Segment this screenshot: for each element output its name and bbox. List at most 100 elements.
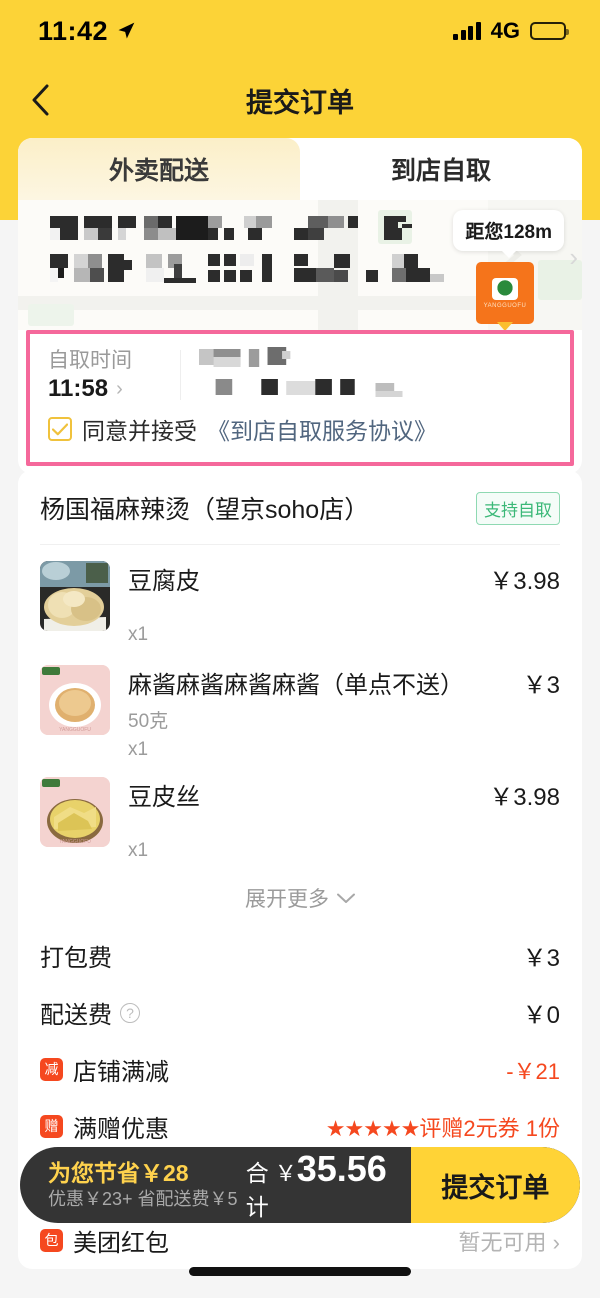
pickup-time-left: 自取时间 11:58 › (48, 347, 178, 403)
agreement-link[interactable]: 《到店自取服务协议》 (207, 412, 437, 446)
item-price: ￥3 (522, 672, 560, 699)
submit-order-button[interactable]: 提交订单 (410, 1147, 580, 1223)
store-pickup-badge: 支持自取 (476, 491, 560, 525)
status-time: 11:42 (38, 15, 109, 46)
pickup-time-value: 11:58 (48, 375, 109, 403)
fee-value: ￥0 (522, 1002, 560, 1029)
fee-row-delivery: 配送费 ? ￥0 (18, 984, 582, 1041)
order-item: 豆腐皮 ￥3.98 x1 (18, 545, 582, 649)
fee-label: 打包费 (40, 945, 112, 972)
status-bar-right: 4G (453, 18, 569, 44)
rating-stars-icon: ★★★★★ (325, 1115, 421, 1141)
fee-label-group: 配送费 ? (40, 995, 140, 1030)
fee-row-packaging: 打包费 ￥3 (18, 927, 582, 984)
address-redacted-mosaic (50, 216, 444, 283)
navigation-bar: 提交订单 (0, 62, 600, 138)
pickup-divider (180, 350, 181, 400)
status-bar-left: 11:42 (38, 16, 136, 47)
item-spec: 50克 (128, 711, 169, 732)
order-item: YANGGUOFU 麻酱麻酱麻酱麻酱（单点不送） ￥3 50克 x1 (18, 649, 582, 761)
promo-row-shop-discount[interactable]: 减 店铺满减 -￥21 (18, 1041, 582, 1098)
promo-name: 店铺满减 (73, 1059, 169, 1086)
map-expand-chevron-icon[interactable]: › (569, 242, 578, 273)
status-bar: 11:42 4G (0, 0, 600, 62)
store-map-panel[interactable]: 距您128m YANGGUOFU › (18, 200, 582, 330)
signal-bars-icon (453, 22, 481, 40)
item-quantity: x1 (128, 624, 149, 645)
promo-value-group: ★★★★★评赠2元券 1份 (326, 1111, 560, 1143)
pickup-time-value-line[interactable]: 11:58 › (48, 375, 178, 403)
store-marker-brand: YANGGUOFU (483, 302, 527, 309)
home-indicator (189, 1267, 411, 1276)
item-thumbnail: YANGGUOFU (40, 777, 110, 847)
pickup-time-row[interactable]: 自取时间 11:58 › (30, 334, 570, 412)
help-question-icon[interactable]: ? (120, 1002, 140, 1023)
promo-badge-icon: 包 (40, 1229, 63, 1252)
item-details: 豆皮丝 ￥3.98 x1 (110, 777, 560, 865)
pickup-agreement-row[interactable]: 同意并接受 《到店自取服务协议》 (30, 412, 570, 462)
promo-value: 暂无可用 › (458, 1229, 560, 1255)
order-item: YANGGUOFU 豆皮丝 ￥3.98 x1 (18, 761, 582, 865)
item-name: 豆皮丝 (128, 784, 200, 811)
agreement-checkbox[interactable] (48, 417, 72, 441)
promo-value: -￥21 (506, 1058, 560, 1084)
total-currency-symbol: ￥ (274, 1161, 297, 1186)
item-image-tofu-strips: YANGGUOFU (40, 777, 110, 847)
store-logo-icon (492, 277, 518, 300)
checkout-bottom-bar: 为您节省￥28 优惠￥23+ 省配送费￥5 合计 ￥ 35.56 提交订单 (20, 1147, 580, 1223)
order-confirm-screen: 11:42 4G 提交订单 外卖配送 到店自取 距您128m YANGGUOFU… (0, 0, 600, 1298)
svg-text:YANGGUOFU: YANGGUOFU (59, 839, 91, 845)
item-quantity: x1 (128, 739, 149, 760)
location-arrow-icon (118, 22, 135, 39)
item-name: 麻酱麻酱麻酱麻酱（单点不送） (128, 672, 464, 699)
item-name: 豆腐皮 (128, 568, 200, 595)
promo-left: 赠 满赠优惠 (40, 1109, 169, 1144)
item-price: ￥3.98 (489, 784, 560, 811)
battery-icon (530, 22, 569, 40)
promo-badge-icon: 赠 (40, 1115, 63, 1138)
marker-pointer-icon (497, 322, 513, 330)
store-name: 杨国福麻辣烫（望京soho店） (40, 496, 370, 524)
pickup-time-label: 自取时间 (48, 348, 132, 372)
agreement-text: 同意并接受 (82, 418, 197, 444)
checkmark-icon (52, 423, 68, 435)
distance-bubble: 距您128m (453, 210, 564, 251)
promo-badge-icon: 减 (40, 1058, 63, 1081)
expand-more-label: 展开更多 (245, 888, 329, 911)
item-quantity: x1 (128, 840, 149, 861)
page-title: 提交订单 (246, 87, 354, 118)
store-map-marker[interactable]: YANGGUOFU (476, 262, 534, 324)
promo-left: 减 店铺满减 (40, 1052, 169, 1087)
savings-total: 为您节省￥28 (48, 1159, 189, 1186)
tab-pickup[interactable]: 到店自取 (300, 138, 582, 200)
promo-name: 美团红包 (73, 1230, 169, 1257)
expand-more-button[interactable]: 展开更多 (18, 865, 582, 927)
back-button[interactable] (18, 78, 62, 122)
order-total-block: 合计 ￥ 35.56 (246, 1148, 411, 1222)
item-image-tofu-skin (40, 561, 110, 631)
chevron-right-icon: › (116, 377, 123, 400)
chevron-down-icon (337, 893, 355, 903)
tab-delivery[interactable]: 外卖配送 (18, 138, 300, 200)
promo-name: 满赠优惠 (73, 1116, 169, 1143)
fee-label: 配送费 (40, 1002, 112, 1029)
item-thumbnail: YANGGUOFU (40, 665, 110, 735)
item-image-sesame-sauce: YANGGUOFU (40, 665, 110, 735)
total-amount: 35.56 (296, 1148, 387, 1189)
promo-left: 包 美团红包 (40, 1223, 169, 1258)
chevron-left-icon (32, 84, 49, 116)
fee-value: ￥3 (522, 945, 560, 972)
item-details: 豆腐皮 ￥3.98 x1 (110, 561, 560, 649)
item-price: ￥3.98 (489, 568, 560, 595)
store-header[interactable]: 杨国福麻辣烫（望京soho店） 支持自取 (18, 470, 582, 544)
network-type-label: 4G (490, 18, 520, 43)
pickup-detail-redacted-mosaic (199, 347, 552, 403)
svg-text:YANGGUOFU: YANGGUOFU (59, 727, 91, 733)
pickup-time-highlight-box: 自取时间 11:58 › 同意并接受 《到店自取服务协议》 (26, 330, 574, 466)
delivery-mode-card: 外卖配送 到店自取 距您128m YANGGUOFU › 自取时间 11:58 … (18, 138, 582, 474)
delivery-mode-tabs: 外卖配送 到店自取 (18, 138, 582, 200)
savings-block: 为您节省￥28 优惠￥23+ 省配送费￥5 (20, 1159, 246, 1211)
promo-value: 评赠2元券 1份 (419, 1115, 560, 1141)
item-details: 麻酱麻酱麻酱麻酱（单点不送） ￥3 50克 x1 (110, 665, 560, 761)
savings-breakdown: 优惠￥23+ 省配送费￥5 (48, 1188, 238, 1209)
